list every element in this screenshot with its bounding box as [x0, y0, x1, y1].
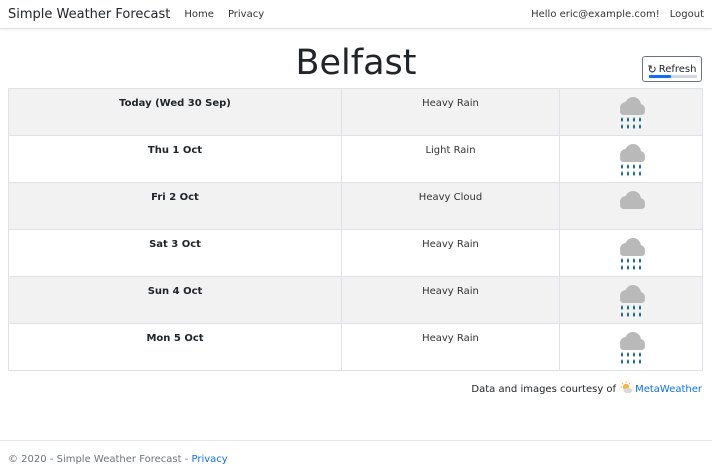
user-nav: Hello eric@example.com! Logout: [531, 9, 704, 20]
heavy-rain-icon: [615, 330, 647, 369]
metaweather-link[interactable]: MetaWeather: [635, 384, 702, 395]
refresh-label: Refresh: [658, 63, 697, 75]
forecast-row: Sat 3 Oct Heavy Rain: [8, 229, 703, 277]
forecast-condition: Heavy Rain: [341, 229, 560, 277]
top-navbar: Simple Weather Forecast Home Privacy Hel…: [0, 0, 712, 29]
page-footer: © 2020 - Simple Weather Forecast - Priva…: [0, 440, 712, 475]
forecast-condition: Light Rain: [341, 135, 560, 183]
heavy-cloud-icon: [615, 189, 647, 228]
forecast-condition: Heavy Rain: [341, 88, 560, 136]
heavy-rain-icon: [615, 236, 647, 275]
heavy-rain-icon: [615, 95, 647, 134]
forecast-day: Sat 3 Oct: [8, 229, 342, 277]
forecast-row: Today (Wed 30 Sep) Heavy Rain: [8, 88, 703, 136]
forecast-row: Mon 5 Oct Heavy Rain: [8, 323, 703, 371]
nav-home-link[interactable]: Home: [184, 9, 214, 20]
city-title: Belfast: [295, 43, 417, 83]
forecast-icon-cell: [559, 229, 703, 277]
light-rain-icon: [615, 142, 647, 181]
user-greeting: Hello eric@example.com!: [531, 8, 660, 20]
forecast-icon-cell: [559, 276, 703, 324]
footer-text: © 2020 - Simple Weather Forecast -: [8, 454, 192, 465]
forecast-table: Today (Wed 30 Sep) Heavy Rain Thu 1 Oct Li…: [8, 88, 703, 371]
footer-privacy-link[interactable]: Privacy: [191, 454, 227, 465]
logout-link[interactable]: Logout: [670, 9, 704, 20]
data-credit: Data and images courtesy of MetaWeather: [471, 381, 702, 397]
refresh-progress-bar: [649, 75, 671, 78]
brand-link[interactable]: Simple Weather Forecast: [8, 7, 170, 22]
nav-privacy-link[interactable]: Privacy: [228, 9, 264, 20]
forecast-row: Thu 1 Oct Light Rain: [8, 135, 703, 183]
forecast-day: Thu 1 Oct: [8, 135, 342, 183]
forecast-condition: Heavy Rain: [341, 276, 560, 324]
forecast-icon-cell: [559, 182, 703, 230]
forecast-day: Sun 4 Oct: [8, 276, 342, 324]
refresh-icon: ↻: [647, 62, 657, 76]
credit-text: Data and images courtesy of: [471, 383, 617, 395]
forecast-icon-cell: [559, 88, 703, 136]
forecast-icon-cell: [559, 135, 703, 183]
forecast-condition: Heavy Rain: [341, 323, 560, 371]
forecast-day: Mon 5 Oct: [8, 323, 342, 371]
forecast-icon-cell: [559, 323, 703, 371]
forecast-day: Fri 2 Oct: [8, 182, 342, 230]
heavy-rain-icon: [615, 283, 647, 322]
forecast-condition: Heavy Cloud: [341, 182, 560, 230]
refresh-button[interactable]: ↻ Refresh: [642, 56, 702, 82]
metaweather-logo-icon: [620, 381, 633, 397]
forecast-row: Fri 2 Oct Heavy Cloud: [8, 182, 703, 230]
forecast-row: Sun 4 Oct Heavy Rain: [8, 276, 703, 324]
forecast-day: Today (Wed 30 Sep): [8, 88, 342, 136]
